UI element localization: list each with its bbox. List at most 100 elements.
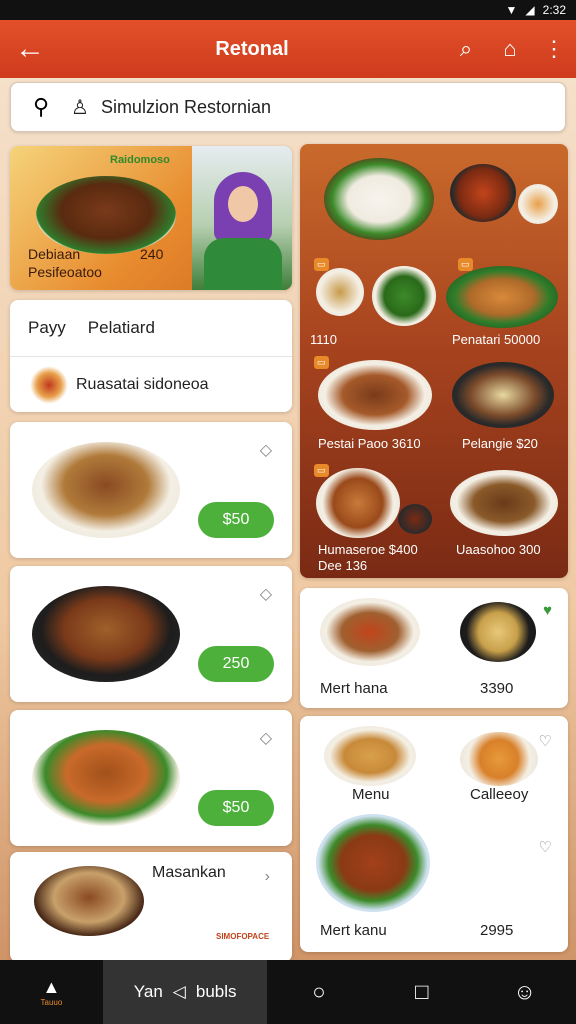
face-shape xyxy=(228,186,258,222)
more-button[interactable]: ⋮ xyxy=(532,20,576,78)
food-image xyxy=(324,726,416,786)
profile-icon: ☺ xyxy=(513,979,536,1004)
menu-item-4: Humaseroe $400 xyxy=(318,542,418,557)
triangle-left-icon: ◁ xyxy=(172,982,186,1001)
promo-price: 240 xyxy=(140,246,164,262)
heart-outline-icon[interactable]: ♡ xyxy=(539,732,552,750)
bread-plate-image xyxy=(452,362,554,428)
promo-banner[interactable]: Raidomoso 006 Debiaan Pesifeoatoo 240 xyxy=(10,146,292,290)
nav-home-button[interactable]: ○ xyxy=(267,960,370,1024)
side-dish-image xyxy=(450,164,516,222)
noodle-bowl-image xyxy=(460,602,536,662)
arrow-left-icon: ← xyxy=(15,32,45,65)
rice-plate-image xyxy=(324,158,434,240)
restaurant-logo-icon: ⚲ xyxy=(32,94,50,119)
search-bar[interactable]: ⚲ ♙ Simulzion Restornian xyxy=(10,82,566,132)
shirt-shape xyxy=(204,238,282,290)
price-button[interactable]: $50 xyxy=(198,790,274,826)
category-label: Calleeoy xyxy=(470,786,529,803)
pay-label[interactable]: Payy xyxy=(28,318,66,338)
masakan-label: Masankan xyxy=(152,864,226,881)
food-card[interactable]: ◇ 250 xyxy=(10,566,292,702)
menu-item-6: Dee 136 xyxy=(318,558,368,573)
bookmark-icon[interactable]: ◇ xyxy=(260,584,272,604)
search-icon: ⌕ xyxy=(459,36,473,61)
promo-food-image xyxy=(36,176,176,254)
signal-icon: ◢ xyxy=(525,3,535,17)
home-logo-icon: ▲ xyxy=(42,977,61,997)
right-food-card[interactable]: ♥ Mert hana 3390 xyxy=(300,588,568,708)
search-input[interactable]: Simulzion Restornian xyxy=(101,97,271,118)
pay-label-2[interactable]: Pelatiard xyxy=(88,318,155,338)
food-image xyxy=(32,730,180,826)
right-card-label-2: Mert kanu xyxy=(320,922,387,939)
right-card-price: 3390 xyxy=(480,680,514,697)
menu-item-3: Pelangie $20 xyxy=(462,436,538,451)
home-label: Tauuo xyxy=(40,998,63,1007)
chevron-right-icon[interactable]: › xyxy=(265,868,270,886)
staff-photo xyxy=(192,146,292,290)
menu-item-2: Pestai Paoo 3610 xyxy=(318,436,421,451)
promo-badge: Raidomoso xyxy=(110,154,170,166)
heart-outline-icon[interactable]: ♡ xyxy=(539,838,552,856)
masakan-sub-label: SIMOFOPACE xyxy=(216,932,270,941)
app-title: Retonal xyxy=(215,37,289,60)
menu-item-5: Uaasohoo 300 xyxy=(456,542,541,557)
nav-home[interactable]: ▲ Tauuo xyxy=(0,960,103,1024)
price-button[interactable]: 250 xyxy=(198,646,274,682)
heart-icon[interactable]: ♥ xyxy=(543,602,552,619)
food-image xyxy=(32,586,180,682)
nav-yan[interactable]: Yan ◁ bubls xyxy=(102,960,268,1024)
bookmark-icon[interactable]: ◇ xyxy=(260,728,272,748)
nav-recents-button[interactable]: □ xyxy=(370,960,473,1024)
right-card-label: Mert hana xyxy=(320,680,388,697)
tag-icon: ▭ xyxy=(314,464,329,477)
food-card[interactable]: ◇ $50 xyxy=(10,422,292,558)
nav-profile-button[interactable]: ☺ xyxy=(473,960,576,1024)
circle-icon: ○ xyxy=(312,979,326,1004)
greens-image xyxy=(372,266,436,326)
fries-image xyxy=(316,268,364,316)
back-button[interactable]: ← xyxy=(0,20,60,78)
masakan-card[interactable]: Masankan › SIMOFOPACE xyxy=(10,852,292,962)
more-vert-icon: ⋮ xyxy=(543,36,565,61)
pay-item[interactable]: Ruasatai sidoneoa xyxy=(30,366,209,404)
pay-item-label: Ruasatai sidoneoa xyxy=(76,376,209,393)
sauce-bowl-image xyxy=(398,504,432,534)
food-image xyxy=(320,598,420,666)
fish-plate-image xyxy=(446,266,558,328)
search-button[interactable]: ⌕ xyxy=(444,20,488,78)
menu-label: Menu xyxy=(352,786,390,803)
tag-icon: ▭ xyxy=(314,356,329,369)
nav-bar: ▲ Tauuo Yan ◁ bubls ○ □ ☺ xyxy=(0,960,576,1024)
roast-chicken-image xyxy=(316,468,400,538)
menu-item-1: Penatari 50000 xyxy=(452,332,541,347)
bookmark-icon[interactable]: ◇ xyxy=(260,440,272,460)
food-image xyxy=(34,866,144,936)
pay-card: Payy Pelatiard Ruasatai sidoneoa xyxy=(10,300,292,412)
user-icon: ♙ xyxy=(71,96,89,119)
tag-icon: ▭ xyxy=(314,258,329,271)
nav-label-2: bubls xyxy=(195,982,237,1001)
food-card[interactable]: ◇ $50 xyxy=(10,710,292,846)
status-time: 2:32 xyxy=(542,3,566,17)
menu-board[interactable]: ▭ ▭ 1110 Penatari 50000 ▭ Pestai Paoo 36… xyxy=(300,144,568,578)
share-button[interactable]: ⌂ xyxy=(488,20,532,78)
price-button[interactable]: $50 xyxy=(198,502,274,538)
beef-bowl-image xyxy=(450,470,558,536)
divider xyxy=(10,356,292,357)
right-menu-card[interactable]: ♡ Menu Calleeoy ♡ Mert kanu 2995 xyxy=(300,716,568,952)
tag-icon: ▭ xyxy=(458,258,473,271)
app-bar: ← Retonal ⌕ ⌂ ⋮ xyxy=(0,20,576,78)
square-icon: □ xyxy=(415,979,429,1004)
pay-header: Payy Pelatiard xyxy=(28,318,155,338)
promo-text-1: Debiaan xyxy=(28,246,81,262)
right-card-price-2: 2995 xyxy=(480,922,514,939)
status-bar: ▼ ◢ 2:32 xyxy=(0,0,576,20)
share-icon: ⌂ xyxy=(503,36,517,61)
menu-text-dot: 1110 xyxy=(310,332,337,347)
nav-label: Yan xyxy=(133,982,163,1001)
wifi-icon: ▼ xyxy=(505,3,518,17)
side-bowl-image xyxy=(518,184,558,224)
wings-plate-image xyxy=(316,814,430,912)
